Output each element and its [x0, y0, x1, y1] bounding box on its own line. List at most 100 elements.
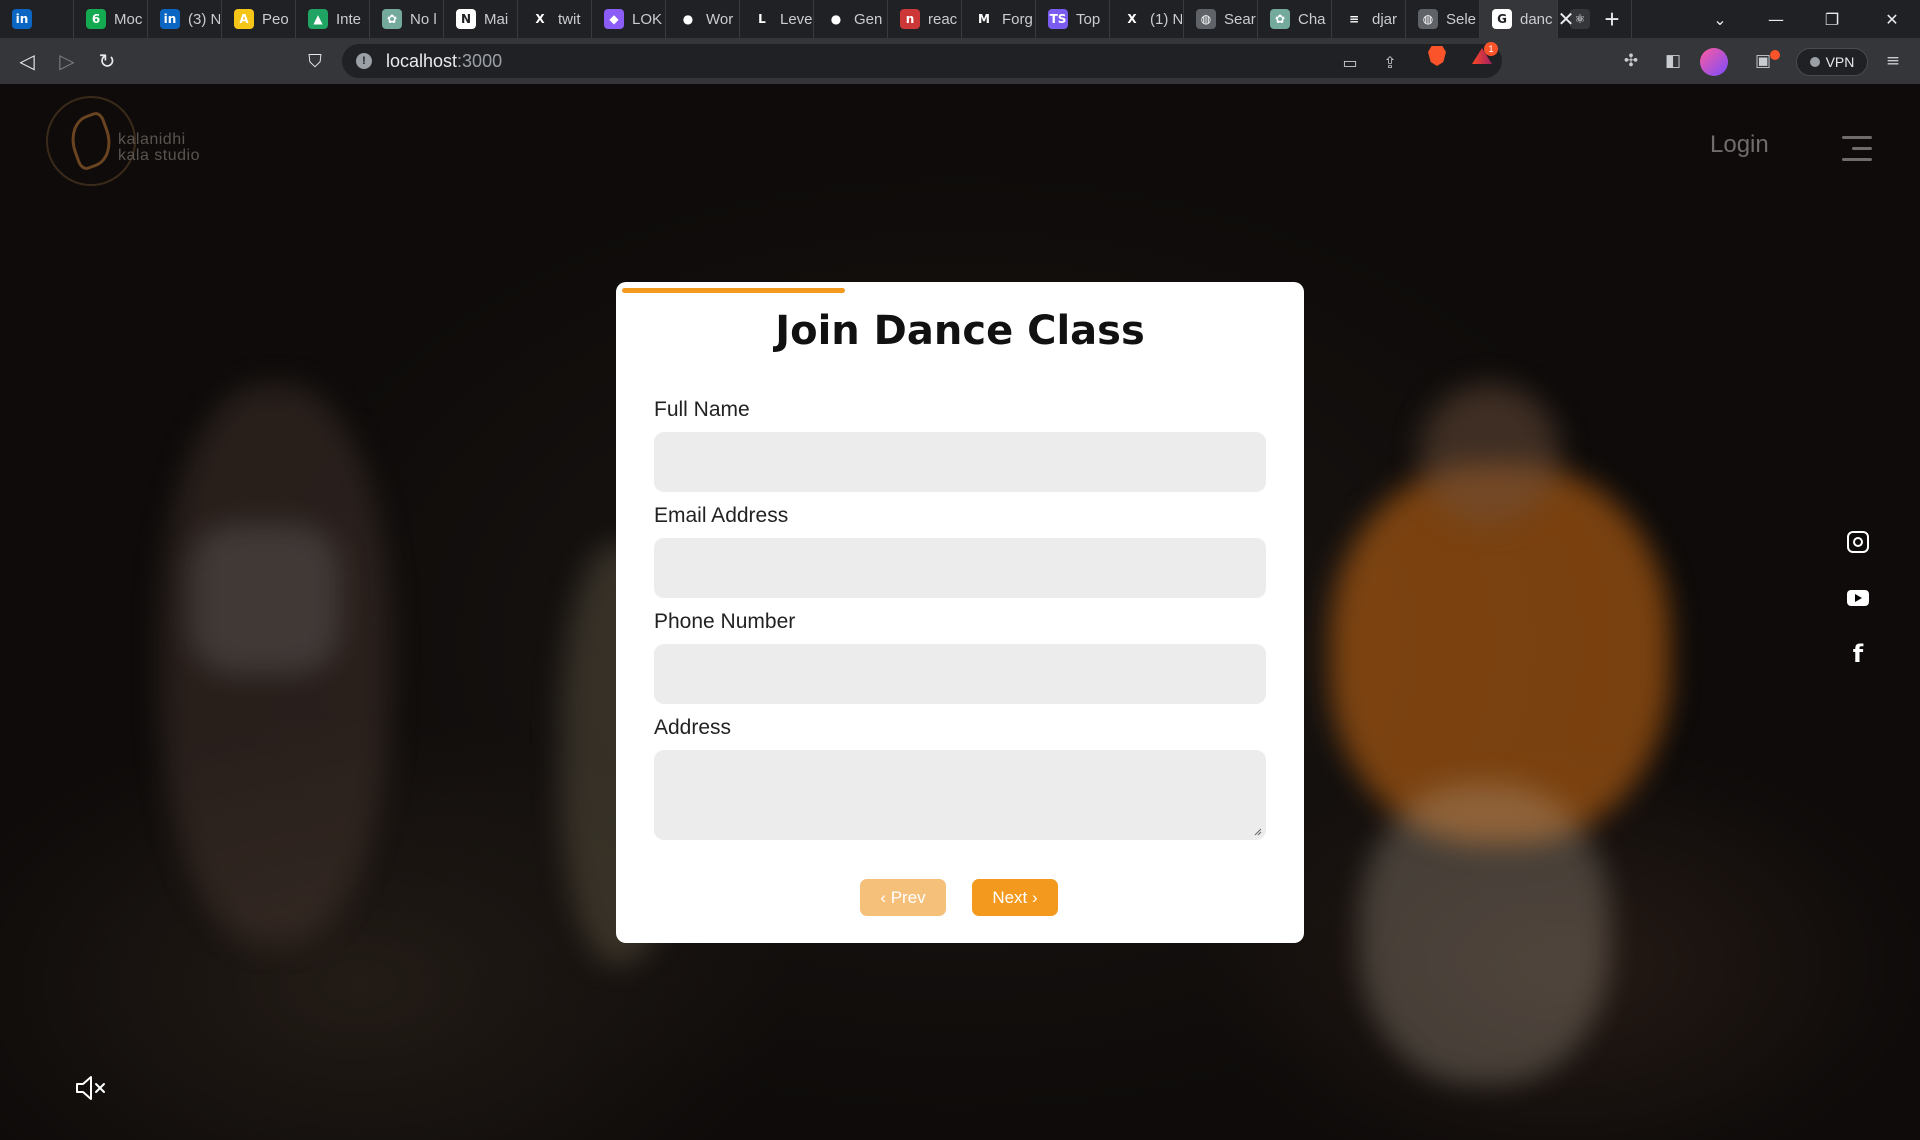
background-video-dancer: [190, 524, 340, 674]
tab-strip: in 6 Moc in (3) N A Peo ▲ Inte ✿ No l N Mai Xtwit ◆ LOK…: [0, 0, 1632, 38]
wallet-badge: [1770, 50, 1780, 60]
facebook-icon[interactable]: f: [1844, 640, 1872, 668]
url-field[interactable]: ! localhost:3000 ▭ ⇪: [342, 44, 1502, 78]
globe-icon: ◍: [1196, 9, 1216, 29]
logo-line1: kalanidhi: [118, 131, 186, 148]
linkedin-icon: in: [12, 9, 32, 29]
login-link[interactable]: Login: [1710, 131, 1769, 159]
tab-title: Mai: [484, 10, 509, 28]
tab-title: Inte: [336, 10, 362, 28]
browser-tab-bar: in 6 Moc in (3) N A Peo ▲ Inte ✿ No l N Mai Xtwit ◆ LOK…: [0, 0, 1920, 38]
browser-tab[interactable]: TS Top: [1036, 0, 1110, 38]
tab-title: LOK: [632, 10, 663, 28]
browser-tab[interactable]: ≡ djar: [1332, 0, 1406, 38]
tab-title: Peo: [262, 10, 289, 28]
join-dance-class-modal: Join Dance Class Full Name Email Address…: [616, 282, 1304, 943]
browser-tab[interactable]: ◆ LOK: [592, 0, 666, 38]
tab-title: Top: [1076, 10, 1101, 28]
address-label: Address: [654, 716, 732, 739]
back-icon[interactable]: ◁: [12, 46, 42, 76]
profile-avatar[interactable]: [1700, 48, 1728, 76]
browser-tab[interactable]: ◍ Sear: [1184, 0, 1258, 38]
logo-text: kalanidhi kala studio: [118, 132, 200, 164]
tab-title: Wor: [706, 10, 734, 28]
youtube-icon[interactable]: [1844, 584, 1872, 612]
browser-tab[interactable]: X (1) N: [1110, 0, 1184, 38]
new-tab-button[interactable]: +: [1592, 0, 1632, 38]
notion-icon: N: [456, 9, 476, 29]
x-icon: X: [530, 9, 550, 29]
tab-title: (1) N: [1150, 10, 1182, 28]
full-name-label: Full Name: [654, 398, 750, 421]
phone-label: Phone Number: [654, 610, 796, 633]
browser-tab[interactable]: A Peo: [222, 0, 296, 38]
browser-tab[interactable]: in (3) N: [148, 0, 222, 38]
rewards-badge: 1: [1484, 42, 1498, 56]
close-tab-icon[interactable]: ✕: [1546, 0, 1586, 38]
browser-tab[interactable]: 6 Moc: [74, 0, 148, 38]
vpn-button[interactable]: VPN: [1796, 48, 1868, 76]
page-viewport: kalanidhi kala studio Login f Join Dance…: [0, 84, 1920, 1140]
address-textarea[interactable]: [654, 750, 1266, 840]
site-info-icon[interactable]: !: [356, 53, 372, 69]
bookmark-icon[interactable]: ⛉: [300, 46, 330, 76]
address-bar: ◁ ▷ ↻ ⛉ ! localhost:3000 ▭ ⇪ 1 ✣ ◧ ▣ VPN…: [0, 38, 1920, 84]
vpn-label: VPN: [1825, 54, 1855, 70]
browser-tab[interactable]: in: [0, 0, 74, 38]
cast-icon[interactable]: ▭: [1340, 53, 1360, 72]
browser-tab[interactable]: N Mai: [444, 0, 518, 38]
tab-title: Leve: [780, 10, 812, 28]
browser-tab[interactable]: ▲ Inte: [296, 0, 370, 38]
x-icon: X: [1122, 9, 1142, 29]
browser-tab[interactable]: ◍ Sele: [1406, 0, 1480, 38]
form-progress-bar: [622, 288, 845, 293]
phone-input[interactable]: [654, 644, 1266, 704]
url-port: :3000: [457, 50, 503, 71]
google-icon: G: [1492, 9, 1512, 29]
mute-icon[interactable]: [74, 1074, 108, 1102]
vpn-status-icon: [1809, 57, 1820, 67]
gmail-icon: M: [974, 9, 994, 29]
typescript-icon: TS: [1048, 9, 1068, 29]
close-window-button[interactable]: ✕: [1864, 0, 1920, 38]
instagram-icon[interactable]: [1844, 528, 1872, 556]
browser-tab[interactable]: ● Wor: [666, 0, 740, 38]
prev-button[interactable]: ‹ Prev: [860, 879, 946, 916]
resize-grip-icon[interactable]: [1252, 826, 1262, 836]
tab-title: twit: [558, 10, 581, 28]
email-input[interactable]: [654, 538, 1266, 598]
lok-icon: ◆: [604, 9, 624, 29]
browser-tab[interactable]: L Leve: [740, 0, 814, 38]
hamburger-menu-icon[interactable]: [1842, 136, 1872, 162]
l-icon: L: [752, 9, 772, 29]
browser-tab[interactable]: ● Gen: [814, 0, 888, 38]
forward-icon[interactable]: ▷: [52, 46, 82, 76]
minimize-button[interactable]: —: [1748, 0, 1804, 38]
tab-title: No l: [410, 10, 437, 28]
browser-tab[interactable]: n reac: [888, 0, 962, 38]
tab-title: Moc: [114, 10, 143, 28]
form-title: Join Dance Class: [775, 308, 1145, 354]
background-video-dancer: [1420, 384, 1560, 524]
browser-tab[interactable]: ✿ No l: [370, 0, 444, 38]
share-icon[interactable]: ⇪: [1380, 53, 1400, 72]
people-icon: A: [234, 9, 254, 29]
sidebar-icon[interactable]: ◧: [1662, 50, 1684, 72]
browser-tab[interactable]: ✿ Cha: [1258, 0, 1332, 38]
tab-title: Sele: [1446, 10, 1477, 28]
extensions-icon[interactable]: ✣: [1620, 50, 1642, 72]
reload-icon[interactable]: ↻: [92, 46, 122, 76]
full-name-input[interactable]: [654, 432, 1266, 492]
chatgpt-icon: ✿: [1270, 9, 1290, 29]
tab-title: djar: [1372, 10, 1398, 28]
url-host: localhost: [386, 50, 458, 71]
tab-title: Sear: [1224, 10, 1256, 28]
menu-icon[interactable]: ≡: [1882, 50, 1904, 72]
linkedin-icon: in: [160, 9, 180, 29]
next-button[interactable]: Next ›: [972, 879, 1058, 916]
restore-button[interactable]: ❐: [1804, 0, 1860, 38]
github-icon: ●: [826, 9, 846, 29]
browser-tab[interactable]: M Forg: [962, 0, 1036, 38]
browser-tab[interactable]: Xtwit: [518, 0, 592, 38]
tab-search-icon[interactable]: ⌄: [1692, 0, 1748, 38]
